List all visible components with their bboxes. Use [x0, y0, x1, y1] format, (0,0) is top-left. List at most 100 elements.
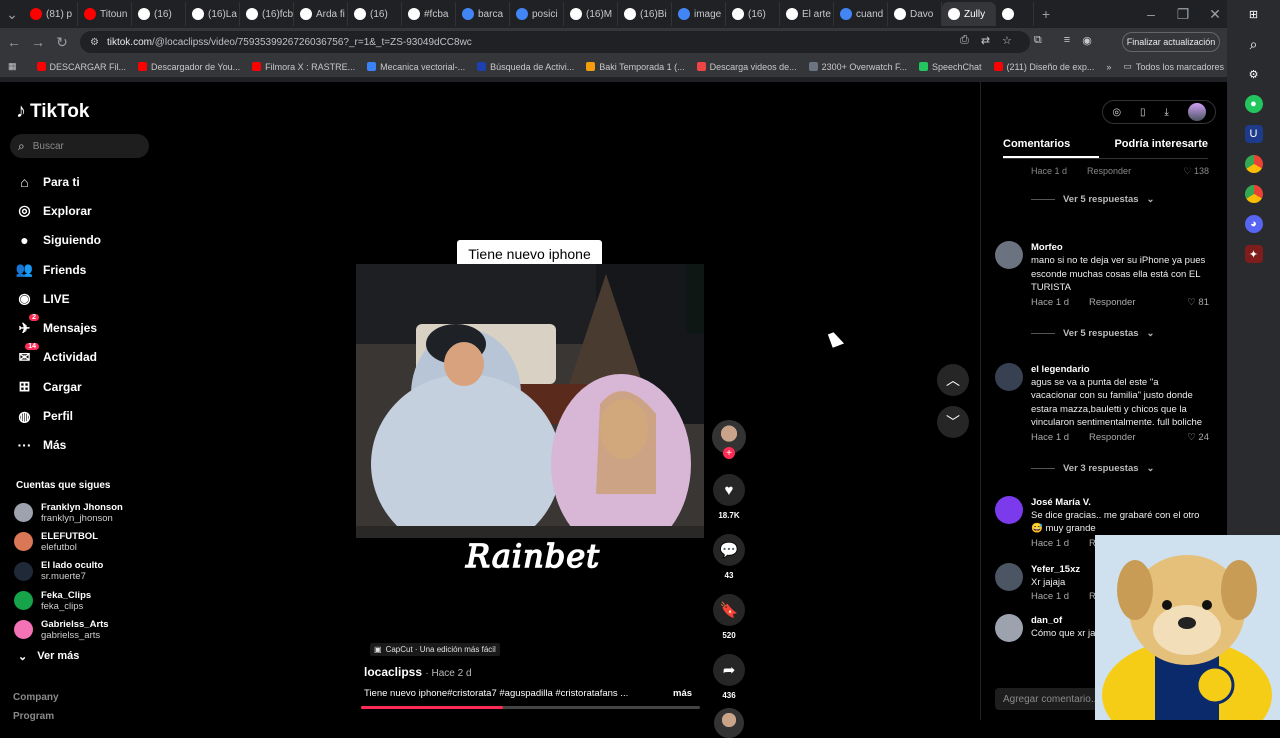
address-bar[interactable]: ⚙ tiktok.com/@locaclipss/video/759353992… — [80, 31, 1030, 53]
reply-button[interactable]: Responder — [1089, 432, 1135, 443]
sound-avatar[interactable] — [714, 708, 744, 738]
footer-company-link[interactable]: Company — [13, 692, 59, 703]
browser-tab[interactable] — [996, 2, 1034, 26]
browser-tab[interactable]: posici — [510, 2, 564, 26]
previous-video-button[interactable]: ︿ — [937, 364, 969, 396]
followed-account[interactable]: El lado oculto sr.muerte7 — [14, 557, 123, 586]
browser-tab[interactable]: image — [672, 2, 726, 26]
partial-likes[interactable]: ♡ 138 — [1183, 166, 1209, 178]
nav-item-mensajes[interactable]: ✈ 2 Mensajes — [16, 313, 101, 342]
nav-item-perfil[interactable]: ◍ Perfil — [16, 401, 101, 430]
user-avatar[interactable] — [1187, 103, 1206, 121]
tab-comments[interactable]: Comentarios — [1003, 138, 1070, 150]
followed-account[interactable]: Franklyn Jhonson franklyn_jhonson — [14, 498, 123, 527]
bookmark-item[interactable]: Búsqueda de Activi... — [471, 62, 580, 72]
minimize-icon[interactable]: – — [1139, 2, 1163, 26]
media-icon[interactable]: ≡ — [1064, 34, 1070, 47]
restore-icon[interactable]: ❐ — [1171, 2, 1195, 26]
commenter-name[interactable]: Morfeo — [1031, 241, 1206, 254]
nav-item-siguiendo[interactable]: ● Siguiendo — [16, 226, 101, 255]
browser-tab[interactable]: Zully — [942, 2, 996, 26]
coins-icon[interactable]: ◎ — [1112, 107, 1121, 118]
bookmarks-overflow-icon[interactable]: » — [1100, 62, 1117, 72]
bookmark-item[interactable]: Descarga videos de... — [691, 62, 803, 72]
more-link[interactable]: más — [673, 688, 692, 699]
view-replies-button[interactable]: Ver 5 respuestas ⌄ — [995, 194, 1215, 205]
discord-icon[interactable]: ◕ — [1244, 215, 1263, 233]
video-progress-bar[interactable] — [361, 706, 700, 709]
tiktok-logo[interactable]: ♪ TikTok — [16, 100, 89, 123]
extension-green-icon[interactable]: ● — [1244, 95, 1263, 113]
comment-button[interactable]: 💬 — [713, 534, 745, 566]
browser-tab[interactable]: (16) — [726, 2, 780, 26]
bookmark-item[interactable]: Baki Temporada 1 (... — [580, 62, 690, 72]
commenter-name[interactable]: José María V. — [1031, 496, 1206, 509]
footer-program-link[interactable]: Program — [13, 711, 54, 722]
save-button[interactable]: 🔖 — [713, 594, 745, 626]
settings-icon[interactable]: ⚙ — [1245, 65, 1263, 83]
nav-item-más[interactable]: ··· Más — [16, 431, 101, 460]
like-button[interactable]: ♥ — [713, 474, 745, 506]
search-icon[interactable]: ⌕ — [1245, 35, 1263, 53]
commenter-avatar[interactable] — [995, 495, 1023, 524]
bookmark-item[interactable]: (211) Diseño de exp... — [988, 62, 1101, 72]
browser-tab[interactable]: (16)fcb — [240, 2, 294, 26]
update-button[interactable]: Finalizar actualización — [1122, 32, 1220, 52]
tab-suggested[interactable]: Podría interesarte — [1114, 138, 1208, 150]
see-more-button[interactable]: ⌄ Ver más — [18, 650, 79, 663]
browser-tab[interactable]: (16)M — [564, 2, 618, 26]
browser-tab[interactable]: (16)Bi — [618, 2, 672, 26]
nav-item-actividad[interactable]: ✉ 14 Actividad — [16, 342, 101, 372]
star-icon[interactable]: ☆ — [1002, 34, 1012, 47]
nav-item-cargar[interactable]: ⊞ Cargar — [16, 372, 101, 401]
chrome-icon[interactable] — [1244, 155, 1263, 173]
all-bookmarks[interactable]: ▭ Todos los marcadores — [1117, 61, 1230, 72]
bookmark-item[interactable]: Descargador de You... — [132, 62, 246, 72]
browser-tab[interactable]: cuand — [834, 2, 888, 26]
download-icon[interactable]: ⤓ — [1164, 107, 1168, 118]
translate-icon[interactable]: ⇄ — [981, 34, 990, 47]
browser-tab[interactable]: (16) — [348, 2, 402, 26]
profile-icon[interactable]: ◉ — [1082, 34, 1092, 47]
app-icon[interactable]: ✦ — [1244, 245, 1263, 263]
commenter-avatar[interactable] — [995, 562, 1023, 591]
partial-reply[interactable]: Responder — [1087, 166, 1131, 178]
windows-icon[interactable]: ⊞ — [1245, 5, 1263, 23]
nav-item-live[interactable]: ◉ LIVE — [16, 284, 101, 313]
back-icon[interactable]: ← — [2, 30, 26, 54]
comment-like-button[interactable]: ♡ 81 — [1187, 297, 1209, 308]
bookmark-item[interactable]: SpeechChat — [913, 62, 988, 72]
device-icon[interactable]: ▯ — [1140, 107, 1146, 118]
close-window-icon[interactable]: ✕ — [1203, 2, 1227, 26]
capcut-tag[interactable]: ▣ CapCut · Una edición más fácil — [370, 643, 500, 656]
share-button[interactable]: ➦ — [713, 654, 745, 686]
view-replies-button[interactable]: Ver 5 respuestas ⌄ — [995, 328, 1215, 339]
tab-search-icon[interactable]: ⌄ — [0, 2, 24, 26]
browser-tab[interactable]: Davo — [888, 2, 942, 26]
chrome-profile-icon[interactable] — [1244, 185, 1263, 203]
bookmark-item[interactable]: DESCARGAR Fil... — [31, 62, 133, 72]
search-input[interactable]: ⌕ Buscar — [10, 134, 149, 158]
followed-account[interactable]: Feka_Clips feka_clips — [14, 586, 123, 615]
view-replies-button[interactable]: Ver 3 respuestas ⌄ — [995, 463, 1215, 474]
reload-icon[interactable]: ↻ — [50, 30, 74, 54]
new-tab-icon[interactable]: + — [1034, 2, 1058, 26]
browser-tab[interactable]: Arda fi — [294, 2, 348, 26]
browser-tab[interactable]: (16)La — [186, 2, 240, 26]
browser-tab[interactable]: Titoun — [78, 2, 132, 26]
browser-tab[interactable]: barca — [456, 2, 510, 26]
forward-icon[interactable]: → — [26, 30, 50, 54]
video-author[interactable]: locaclipss · Hace 2 d — [364, 665, 472, 679]
site-info-icon[interactable]: ⚙ — [90, 37, 99, 48]
browser-tab[interactable]: #fcba — [402, 2, 456, 26]
followed-account[interactable]: Gabrielss_Arts gabrielss_arts — [14, 615, 123, 644]
extensions-icon[interactable]: ⧉ — [1034, 34, 1042, 47]
nav-item-friends[interactable]: 👥 Friends — [16, 255, 101, 284]
video-player[interactable] — [356, 264, 704, 538]
bookmark-item[interactable]: Mecanica vectorial-... — [361, 62, 471, 72]
nav-item-para-ti[interactable]: ⌂ Para ti — [16, 167, 101, 196]
commenter-avatar[interactable] — [995, 614, 1023, 642]
nav-item-explorar[interactable]: ◎ Explorar — [16, 196, 101, 225]
browser-tab[interactable]: (16) — [132, 2, 186, 26]
next-video-button[interactable]: ﹀ — [937, 406, 969, 438]
